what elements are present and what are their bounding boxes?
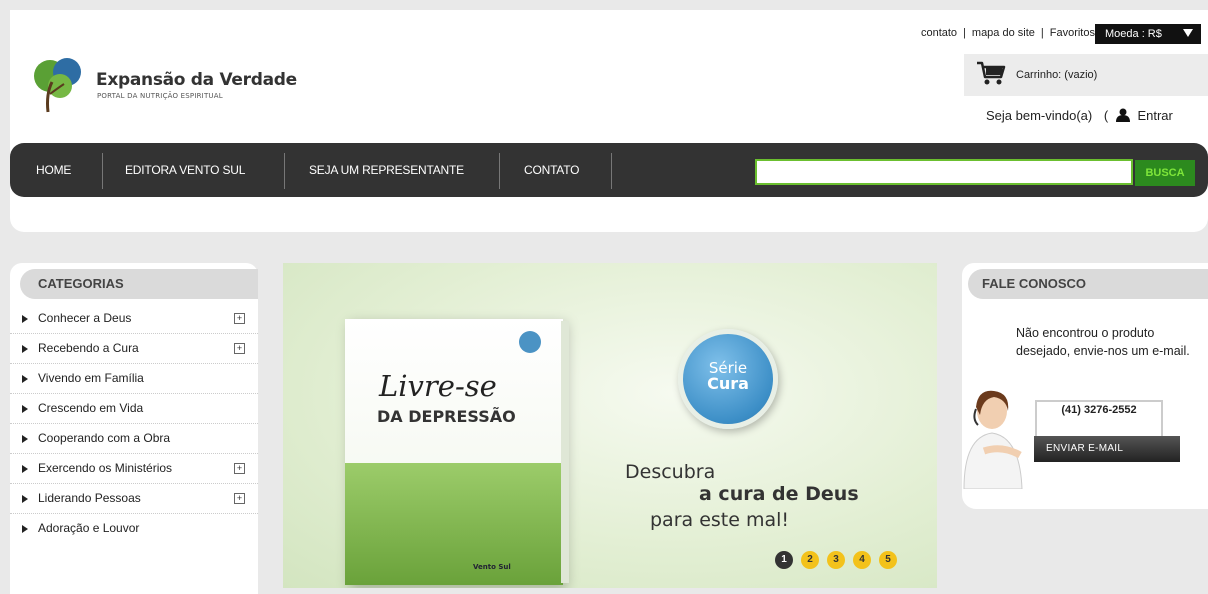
nav-divider: [284, 153, 285, 189]
book-cover: Livre-se DA DEPRESSÃO Vento Sul: [345, 319, 563, 585]
welcome-text: Seja bem-vindo(a): [986, 108, 1093, 123]
slide-dot-1[interactable]: 1: [775, 551, 793, 569]
expand-icon[interactable]: +: [234, 343, 245, 354]
headline-line2: a cura de Deus: [699, 483, 859, 505]
link-contato[interactable]: contato: [921, 27, 957, 39]
category-label: Adoração e Louvor: [38, 521, 140, 535]
category-label: Recebendo a Cura: [38, 341, 139, 355]
separator: |: [963, 27, 966, 39]
support-agent-icon: [962, 385, 1028, 493]
cart-widget[interactable]: Carrinho: (vazio): [964, 54, 1208, 96]
categories-title: CATEGORIAS: [20, 269, 258, 299]
category-label: Conhecer a Deus: [38, 311, 132, 325]
contact-panel: FALE CONOSCO Não encontrou o produto des…: [962, 263, 1208, 509]
categories-panel: CATEGORIAS Conhecer a Deus + Recebendo a …: [10, 263, 258, 594]
expand-icon[interactable]: +: [234, 463, 245, 474]
brand-name[interactable]: Expansão da Verdade: [96, 70, 297, 90]
link-mapa-do-site[interactable]: mapa do site: [972, 27, 1035, 39]
nav-divider: [499, 153, 500, 189]
book-spine: [561, 321, 569, 583]
expand-icon[interactable]: +: [234, 493, 245, 504]
category-label: Vivendo em Família: [38, 371, 144, 385]
arrow-right-icon: [22, 405, 28, 413]
nav-divider: [611, 153, 612, 189]
slide-pagination: 12345: [775, 547, 905, 569]
category-item[interactable]: Recebendo a Cura +: [10, 334, 258, 364]
arrow-right-icon: [22, 315, 28, 323]
category-list: Conhecer a Deus + Recebendo a Cura + Viven…: [10, 304, 258, 543]
nav-contato[interactable]: CONTATO: [524, 143, 579, 197]
separator: |: [1040, 27, 1044, 39]
arrow-right-icon: [22, 465, 28, 473]
category-label: Exercendo os Ministérios: [38, 461, 173, 475]
contact-text: Não encontrou o produto desejado, envie-…: [1016, 326, 1190, 358]
book-title: Livre-se: [379, 369, 497, 403]
promo-banner[interactable]: Livre-se DA DEPRESSÃO Vento Sul Série Cu…: [283, 263, 937, 588]
category-item[interactable]: Vivendo em Família: [10, 364, 258, 394]
slide-dot-4[interactable]: 4: [853, 551, 871, 569]
search-button[interactable]: BUSCA: [1135, 160, 1195, 186]
nav-divider: [102, 153, 103, 189]
top-links: contato | mapa do site | Favoritos: [918, 27, 1098, 39]
nav-editora-vento-sul[interactable]: EDITORA VENTO SUL: [125, 143, 245, 197]
arrow-right-icon: [22, 525, 28, 533]
expand-icon[interactable]: +: [234, 313, 245, 324]
cart-label: Carrinho: (vazio): [1016, 69, 1098, 81]
category-item[interactable]: Crescendo em Vida: [10, 394, 258, 424]
category-item[interactable]: Adoração e Louvor: [10, 514, 258, 543]
cart-icon: [976, 60, 1006, 90]
nav-home[interactable]: HOME: [36, 143, 71, 197]
badge-line2: Cura: [707, 374, 749, 393]
currency-select[interactable]: Moeda : R$: [1095, 24, 1201, 44]
category-label: Liderando Pessoas: [38, 491, 141, 505]
slide-dot-2[interactable]: 2: [801, 551, 819, 569]
book-cover-band: [345, 463, 563, 585]
search-input[interactable]: [755, 159, 1133, 185]
dropdown-arrow-icon: [1183, 29, 1193, 37]
arrow-right-icon: [22, 495, 28, 503]
slide-dot-5[interactable]: 5: [879, 551, 897, 569]
paren: (: [1103, 108, 1109, 123]
category-item[interactable]: Exercendo os Ministérios +: [10, 454, 258, 484]
arrow-right-icon: [22, 435, 28, 443]
welcome-bar: Seja bem-vindo(a) ( Entrar: [986, 108, 1173, 125]
nav-seja-um-representante[interactable]: SEJA UM REPRESENTANTE: [309, 143, 464, 197]
link-favoritos[interactable]: Favoritos: [1050, 27, 1095, 39]
logo-tree-icon[interactable]: [32, 54, 92, 118]
phone-card: (41) 3276-2552: [1035, 400, 1163, 440]
series-badge-icon: [519, 331, 541, 353]
category-item[interactable]: Conhecer a Deus +: [10, 304, 258, 334]
main-nav: HOME EDITORA VENTO SUL SEJA UM REPRESENT…: [10, 143, 1208, 197]
headline-line3: para este mal!: [650, 509, 790, 531]
category-label: Crescendo em Vida: [38, 401, 144, 415]
headline-line1: Descubra: [625, 461, 716, 483]
category-label: Cooperando com a Obra: [38, 431, 171, 445]
slide-dot-3[interactable]: 3: [827, 551, 845, 569]
send-email-button[interactable]: ENVIAR E-MAIL: [1034, 436, 1180, 462]
contact-title: FALE CONOSCO: [968, 269, 1208, 299]
category-item[interactable]: Liderando Pessoas +: [10, 484, 258, 514]
phone-number: (41) 3276-2552: [1061, 404, 1137, 416]
arrow-right-icon: [22, 345, 28, 353]
currency-label: Moeda : R$: [1105, 28, 1162, 40]
category-item[interactable]: Cooperando com a Obra: [10, 424, 258, 454]
publisher-logo: Vento Sul: [473, 563, 511, 571]
serie-cura-badge: Série Cura: [678, 329, 778, 429]
brand-tagline: PORTAL DA NUTRIÇÃO ESPIRITUAL: [97, 92, 223, 100]
arrow-right-icon: [22, 375, 28, 383]
user-icon: [1115, 108, 1130, 125]
login-link[interactable]: Entrar: [1137, 108, 1172, 123]
book-subtitle: DA DEPRESSÃO: [377, 407, 516, 426]
